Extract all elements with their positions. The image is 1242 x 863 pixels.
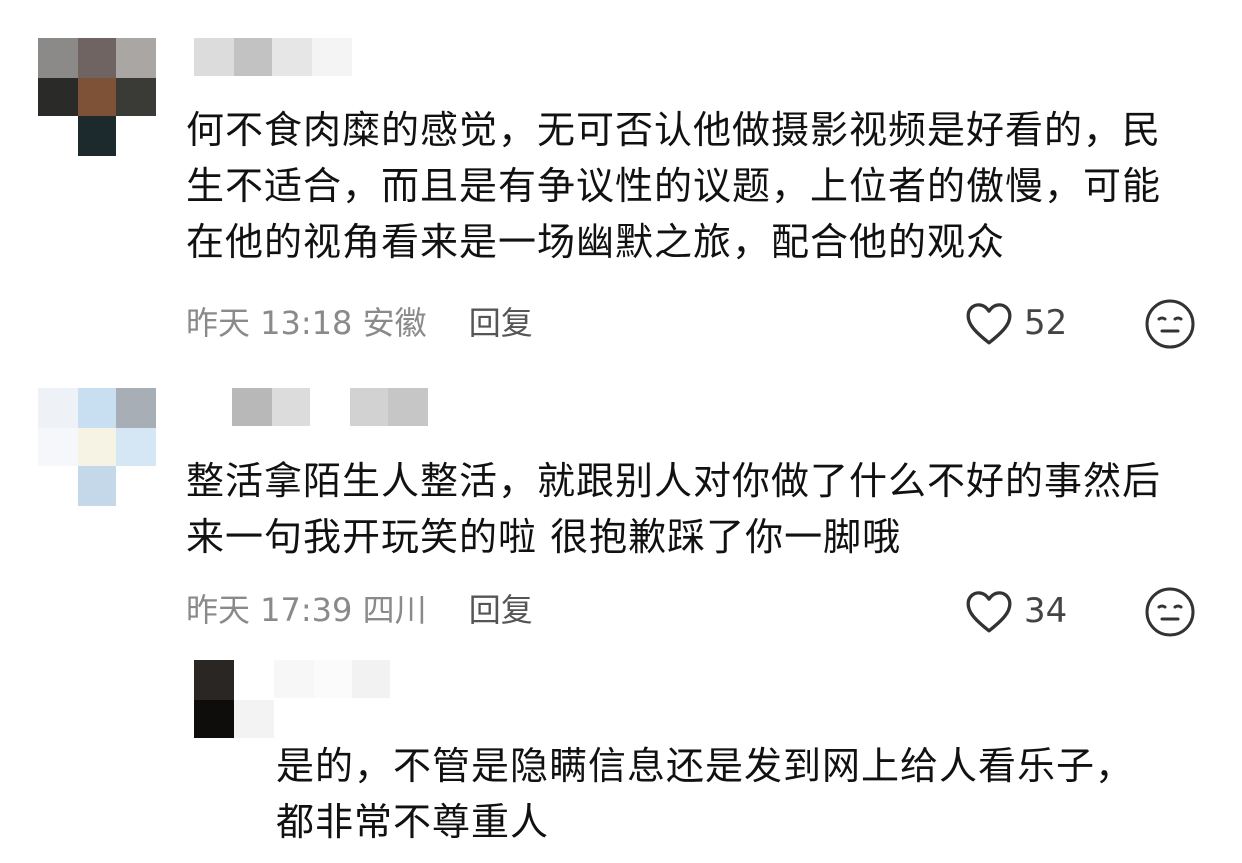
neutral-face-icon bbox=[1145, 299, 1195, 349]
location: 四川 bbox=[362, 591, 427, 629]
emoji-reaction-button[interactable] bbox=[1144, 298, 1196, 354]
timestamp: 昨天 13:18 bbox=[186, 304, 353, 342]
avatar[interactable] bbox=[194, 660, 274, 738]
username[interactable] bbox=[194, 38, 354, 76]
neutral-face-icon bbox=[1145, 587, 1195, 637]
like-count: 34 bbox=[1024, 591, 1068, 631]
comment-line: 来一句我开玩笑的啦 很抱歉踩了你一脚哦 bbox=[186, 515, 902, 559]
comment-line: 整活拿陌生人整活，就跟别人对你做了什么不好的事然后 bbox=[186, 459, 1162, 503]
comment-section: 何不食肉糜的感觉，无可否认他做摄影视频是好看的，民 生不适合，而且是有争议性的议… bbox=[0, 0, 1242, 863]
comment-line: 何不食肉糜的感觉，无可否认他做摄影视频是好看的，民 bbox=[186, 108, 1162, 152]
like-button[interactable]: 34 bbox=[964, 588, 1067, 634]
comment-line: 在他的视角看来是一场幽默之旅，配合他的观众 bbox=[186, 220, 1006, 264]
timestamp: 昨天 17:39 bbox=[186, 591, 353, 629]
username[interactable] bbox=[274, 660, 390, 698]
reply-button[interactable]: 回复 bbox=[469, 591, 533, 629]
emoji-reaction-button[interactable] bbox=[1144, 586, 1196, 642]
like-count: 52 bbox=[1024, 303, 1068, 343]
comment-text: 何不食肉糜的感觉，无可否认他做摄影视频是好看的，民 生不适合，而且是有争议性的议… bbox=[186, 102, 1161, 270]
heart-outline-icon bbox=[966, 591, 1012, 633]
heart-outline-icon bbox=[966, 303, 1012, 345]
like-button[interactable]: 52 bbox=[964, 300, 1067, 346]
reply-text: 是的，不管是隐瞒信息还是发到网上给人看乐子， 都非常不尊重人 bbox=[276, 738, 1134, 850]
comment-meta: 昨天 17:39 四川 回复 bbox=[186, 590, 533, 630]
reply-button[interactable]: 回复 bbox=[469, 304, 533, 342]
comment-line: 生不适合，而且是有争议性的议题，上位者的傲慢，可能 bbox=[186, 164, 1162, 208]
location: 安徽 bbox=[362, 304, 427, 342]
comment-line: 都非常不尊重人 bbox=[276, 800, 550, 844]
avatar[interactable] bbox=[38, 38, 156, 156]
username[interactable] bbox=[194, 388, 430, 426]
comment-text: 整活拿陌生人整活，就跟别人对你做了什么不好的事然后 来一句我开玩笑的啦 很抱歉踩… bbox=[186, 453, 1161, 565]
comment-meta: 昨天 13:18 安徽 回复 bbox=[186, 303, 533, 343]
avatar[interactable] bbox=[38, 388, 156, 506]
comment-line: 是的，不管是隐瞒信息还是发到网上给人看乐子， bbox=[276, 744, 1135, 788]
